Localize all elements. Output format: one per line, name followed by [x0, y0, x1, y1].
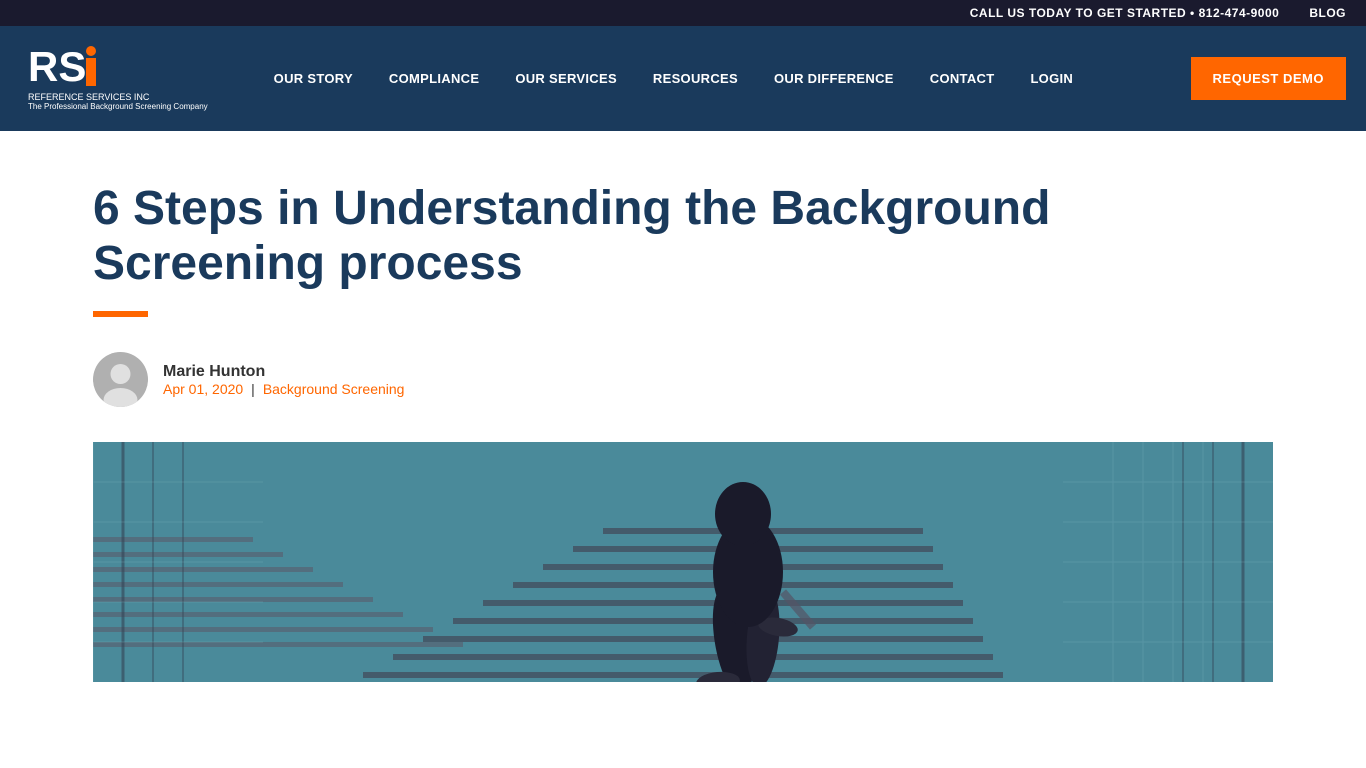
author-separator: |: [251, 381, 255, 397]
logo-i-dot: [86, 46, 96, 56]
top-bar: CALL US TODAY TO GET STARTED • 812-474-9…: [0, 0, 1366, 26]
logo-tagline: REFERENCE SERVICES INC: [28, 92, 149, 102]
main-content: 6 Steps in Understanding the Background …: [33, 131, 1333, 682]
phone-text: CALL US TODAY TO GET STARTED • 812-474-9…: [970, 6, 1280, 20]
nav-compliance[interactable]: COMPLIANCE: [371, 26, 497, 131]
author-category[interactable]: Background Screening: [263, 381, 405, 397]
logo-i-container: [86, 46, 96, 86]
blog-link[interactable]: BLOG: [1309, 6, 1346, 20]
avatar: [93, 352, 148, 407]
hero-image: [93, 442, 1273, 682]
nav-our-services[interactable]: OUR SERVICES: [497, 26, 635, 131]
nav-our-story[interactable]: OUR STORY: [256, 26, 371, 131]
logo-box: R S REFERENCE SERVICES INC The Professio…: [20, 38, 216, 119]
author-info: Marie Hunton Apr 01, 2020 | Background S…: [163, 363, 404, 397]
logo-tagline2: The Professional Background Screening Co…: [28, 102, 208, 111]
request-demo-button[interactable]: REQUEST DEMO: [1191, 57, 1346, 100]
logo-area[interactable]: R S REFERENCE SERVICES INC The Professio…: [20, 38, 216, 119]
nav-our-difference[interactable]: OUR DIFFERENCE: [756, 26, 912, 131]
logo-r-letter: R: [28, 46, 58, 88]
author-date: Apr 01, 2020: [163, 381, 243, 397]
title-underline: [93, 311, 148, 317]
staircase-svg: [93, 442, 1273, 682]
article-title: 6 Steps in Understanding the Background …: [93, 181, 1193, 291]
avatar-icon: [93, 352, 148, 407]
author-row: Marie Hunton Apr 01, 2020 | Background S…: [93, 352, 1273, 407]
logo-rsi: R S: [28, 46, 96, 88]
nav-links: OUR STORY COMPLIANCE OUR SERVICES RESOUR…: [256, 26, 1191, 131]
navbar: R S REFERENCE SERVICES INC The Professio…: [0, 26, 1366, 131]
author-meta: Apr 01, 2020 | Background Screening: [163, 381, 404, 397]
logo-i-bar: [86, 58, 96, 86]
author-name: Marie Hunton: [163, 363, 404, 381]
logo-s-letter: S: [58, 46, 86, 88]
nav-login[interactable]: LOGIN: [1012, 26, 1091, 131]
nav-resources[interactable]: RESOURCES: [635, 26, 756, 131]
nav-contact[interactable]: CONTACT: [912, 26, 1013, 131]
